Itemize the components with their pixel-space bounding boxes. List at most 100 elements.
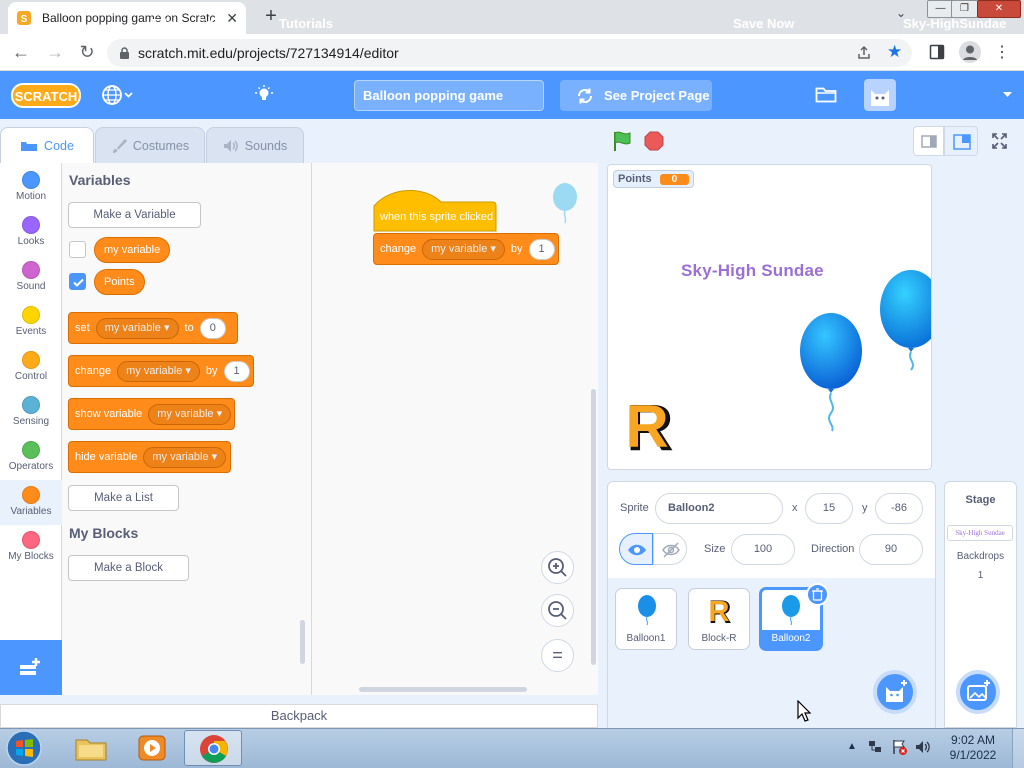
close-tab-icon[interactable]: ✕ bbox=[226, 10, 238, 27]
scratch-logo[interactable]: SCRATCH bbox=[11, 82, 81, 109]
block-r-sprite[interactable]: RR bbox=[625, 390, 675, 460]
show-sprite-button[interactable] bbox=[619, 533, 653, 565]
when-sprite-clicked-hat-block[interactable]: when this sprite clicked bbox=[373, 188, 497, 232]
value-input[interactable]: 0 bbox=[199, 317, 226, 339]
dropdown-label: my variable bbox=[152, 450, 209, 463]
sprite-thumb-block-r[interactable]: RR Block-R bbox=[688, 588, 750, 650]
save-now-button[interactable]: Save Now bbox=[733, 0, 794, 48]
forward-arrow-icon[interactable]: → bbox=[42, 34, 68, 71]
block-text: show variable bbox=[75, 408, 143, 420]
taskbar-file-explorer[interactable] bbox=[62, 730, 120, 766]
show-variable-block[interactable]: show variable my variable ▾ bbox=[68, 398, 235, 430]
script-vertical-scrollbar[interactable] bbox=[591, 389, 596, 665]
hide-sprite-button[interactable] bbox=[653, 533, 687, 565]
stage-canvas[interactable]: Points 0 Sky-High Sundae RR bbox=[607, 164, 932, 470]
backpack-bar[interactable]: Backpack bbox=[0, 704, 598, 728]
taskbar-clock[interactable]: 9:02 AM 9/1/2022 bbox=[940, 733, 1006, 763]
points-reporter[interactable]: Points bbox=[94, 269, 145, 295]
network-icon[interactable] bbox=[866, 738, 884, 756]
language-globe-icon[interactable] bbox=[101, 84, 133, 106]
browser-tab-title: Balloon popping game on Scratc bbox=[42, 11, 216, 25]
category-looks[interactable]: Looks bbox=[0, 210, 62, 255]
show-hidden-icons-icon[interactable]: ▲ bbox=[847, 741, 857, 752]
make-list-button[interactable]: Make a List bbox=[68, 485, 179, 511]
zoom-reset-button[interactable]: = bbox=[541, 639, 574, 672]
x-position-input[interactable]: 15 bbox=[805, 493, 853, 524]
variable-dropdown[interactable]: my variable ▾ bbox=[422, 238, 505, 260]
stop-icon[interactable] bbox=[644, 131, 664, 151]
start-button[interactable] bbox=[2, 729, 46, 767]
small-stage-button[interactable] bbox=[913, 126, 944, 156]
category-control[interactable]: Control bbox=[0, 345, 62, 390]
value-input[interactable]: 1 bbox=[528, 238, 555, 260]
dropdown-label: my variable bbox=[104, 321, 161, 334]
green-flag-icon[interactable] bbox=[611, 130, 633, 152]
make-block-button[interactable]: Make a Block bbox=[68, 555, 189, 581]
taskbar-chrome[interactable] bbox=[184, 730, 242, 766]
category-operators[interactable]: Operators bbox=[0, 435, 62, 480]
variable-dropdown[interactable]: my variable ▾ bbox=[148, 403, 232, 425]
delete-sprite-button[interactable] bbox=[806, 583, 829, 606]
edit-menu[interactable]: Edit bbox=[197, 0, 222, 48]
variable-dropdown[interactable]: my variable ▾ bbox=[95, 317, 179, 339]
points-variable-monitor[interactable]: Points 0 bbox=[613, 170, 695, 188]
category-dot bbox=[22, 396, 40, 414]
zoom-in-button[interactable] bbox=[541, 551, 574, 584]
show-desktop-button[interactable] bbox=[1012, 729, 1024, 768]
set-variable-block[interactable]: set my variable ▾ to 0 bbox=[68, 312, 238, 344]
category-variables[interactable]: Variables bbox=[0, 480, 62, 525]
category-sensing[interactable]: Sensing bbox=[0, 390, 62, 435]
zoom-out-button[interactable] bbox=[541, 594, 574, 627]
category-motion[interactable]: Motion bbox=[0, 165, 62, 210]
my-variable-reporter[interactable]: my variable bbox=[94, 237, 171, 263]
share-icon[interactable] bbox=[856, 45, 872, 61]
change-variable-block[interactable]: change my variable ▾ by 1 bbox=[68, 355, 254, 387]
direction-input[interactable]: 90 bbox=[859, 534, 923, 565]
script-horizontal-scrollbar[interactable] bbox=[359, 687, 527, 692]
balloon1-sprite[interactable] bbox=[798, 311, 864, 433]
bookmark-star-icon[interactable]: ★ bbox=[887, 42, 902, 62]
file-menu[interactable]: File bbox=[152, 0, 174, 48]
category-events[interactable]: Events bbox=[0, 300, 62, 345]
user-avatar[interactable] bbox=[864, 79, 896, 111]
lock-icon bbox=[119, 46, 130, 60]
value-input[interactable]: 1 bbox=[223, 360, 250, 382]
monitor-label: Points bbox=[618, 173, 652, 185]
choose-sprite-button[interactable] bbox=[873, 670, 917, 714]
sprite-name-input[interactable]: Balloon2 bbox=[655, 493, 783, 524]
action-center-flag-icon[interactable] bbox=[891, 738, 909, 756]
volume-icon[interactable] bbox=[914, 738, 932, 756]
category-dot bbox=[22, 486, 40, 504]
points-monitor-checkbox[interactable] bbox=[69, 273, 86, 290]
account-chevron-down-icon[interactable] bbox=[1002, 91, 1013, 99]
size-input[interactable]: 100 bbox=[731, 534, 795, 565]
tab-sounds[interactable]: Sounds bbox=[206, 127, 304, 164]
hide-variable-block[interactable]: hide variable my variable ▾ bbox=[68, 441, 231, 473]
tutorials-button[interactable]: Tutorials bbox=[279, 0, 333, 48]
make-variable-button[interactable]: Make a Variable bbox=[68, 202, 201, 228]
my-stuff-folder-icon[interactable] bbox=[815, 85, 837, 103]
category-sound[interactable]: Sound bbox=[0, 255, 62, 300]
tab-costumes[interactable]: Costumes bbox=[95, 127, 205, 164]
category-my-blocks[interactable]: My Blocks bbox=[0, 525, 62, 570]
category-label: Operators bbox=[8, 461, 54, 472]
normal-stage-button[interactable] bbox=[944, 126, 978, 156]
back-arrow-icon[interactable]: ← bbox=[8, 34, 34, 71]
taskbar-media-player[interactable] bbox=[123, 730, 181, 766]
reload-icon[interactable]: ↻ bbox=[74, 34, 100, 71]
variable-dropdown[interactable]: my variable ▾ bbox=[143, 446, 227, 468]
sprite-thumb-balloon1[interactable]: Balloon1 bbox=[615, 588, 677, 650]
see-project-page-button[interactable]: See Project Page bbox=[560, 80, 712, 111]
fullscreen-button[interactable] bbox=[984, 126, 1015, 156]
palette-scrollbar[interactable] bbox=[300, 620, 305, 664]
choose-backdrop-button[interactable] bbox=[956, 670, 1000, 714]
script-change-variable-block[interactable]: change my variable ▾ by 1 bbox=[373, 233, 559, 265]
add-extension-button[interactable] bbox=[0, 640, 62, 695]
variable-dropdown[interactable]: my variable ▾ bbox=[117, 360, 200, 382]
tab-code[interactable]: Code bbox=[0, 127, 94, 164]
balloon2-sprite[interactable] bbox=[879, 269, 931, 385]
project-title-input[interactable]: Balloon popping game bbox=[354, 80, 544, 111]
y-position-input[interactable]: -86 bbox=[875, 493, 923, 524]
my-variable-monitor-checkbox[interactable] bbox=[69, 241, 86, 258]
username-menu[interactable]: Sky-HighSundae bbox=[903, 0, 1006, 48]
